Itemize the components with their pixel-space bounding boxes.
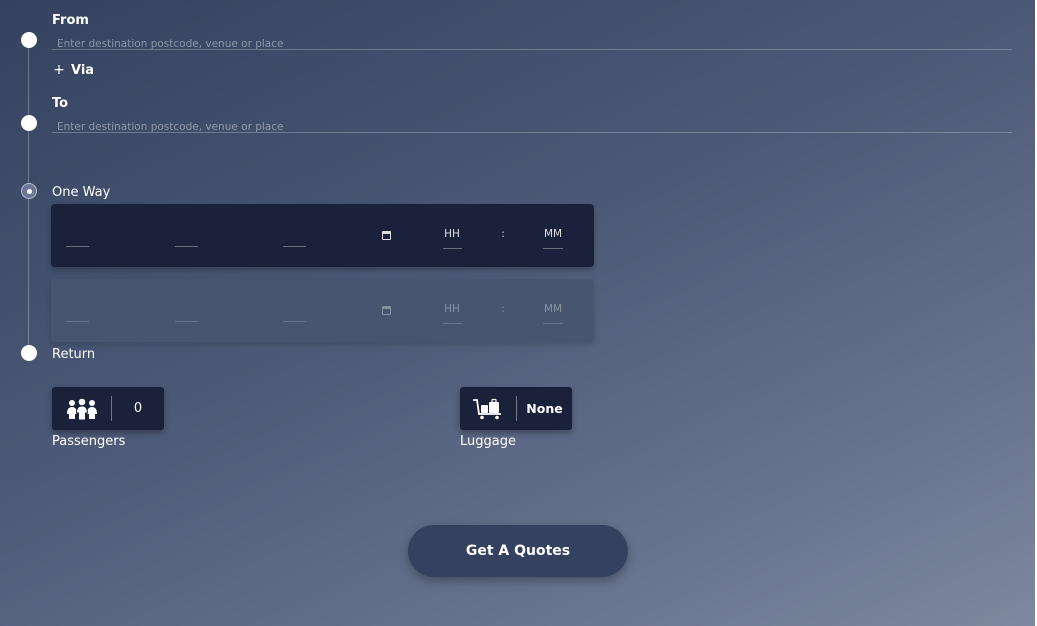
passengers-label: Passengers	[52, 434, 126, 449]
get-quotes-button[interactable]: Get A Quotes	[408, 525, 628, 577]
outbound-hour-underline	[443, 248, 462, 249]
return-month-segment	[175, 321, 198, 322]
add-via-button[interactable]: + Via	[52, 60, 94, 80]
passengers-selector[interactable]: 0	[52, 387, 164, 430]
one-way-label[interactable]: One Way	[52, 185, 110, 200]
return-calendar-icon	[382, 306, 391, 315]
luggage-label: Luggage	[460, 434, 516, 449]
year-segment[interactable]	[283, 246, 306, 247]
passengers-count: 0	[133, 401, 143, 416]
return-hour-underline	[443, 323, 462, 324]
return-label[interactable]: Return	[52, 347, 95, 362]
plus-icon: +	[53, 62, 65, 78]
luggage-selector[interactable]: None	[460, 387, 572, 430]
from-input[interactable]	[52, 36, 1012, 52]
to-field	[52, 115, 1012, 135]
luggage-value: None	[526, 401, 563, 416]
return-minute-underline	[543, 323, 563, 324]
outbound-hour[interactable]: HH	[442, 228, 462, 240]
from-label: From	[52, 13, 89, 28]
calendar-icon[interactable]	[382, 231, 391, 240]
return-datetime-field: HH : MM	[51, 279, 594, 342]
return-day-segment	[66, 321, 89, 322]
month-segment[interactable]	[175, 246, 198, 247]
to-label: To	[52, 96, 69, 111]
day-segment[interactable]	[66, 246, 89, 247]
people-group-icon	[52, 387, 111, 430]
outbound-time-separator: :	[501, 228, 505, 240]
outbound-minute[interactable]: MM	[542, 228, 564, 240]
return-year-segment	[283, 321, 306, 322]
from-field	[52, 32, 1012, 52]
return-radio[interactable]	[21, 345, 37, 361]
to-node	[21, 115, 37, 131]
one-way-radio[interactable]	[21, 183, 37, 199]
return-time-separator: :	[501, 303, 505, 315]
from-node	[21, 32, 37, 48]
to-input[interactable]	[52, 119, 1012, 135]
outbound-minute-underline	[543, 248, 563, 249]
via-label: Via	[71, 62, 95, 78]
luggage-trolley-icon	[460, 387, 516, 430]
quote-form-panel: From + Via To One Way HH : MM HH : MM	[0, 0, 1035, 626]
return-hour: HH	[444, 303, 460, 315]
outbound-datetime-field: HH : MM	[51, 204, 594, 267]
return-minute: MM	[543, 303, 563, 315]
